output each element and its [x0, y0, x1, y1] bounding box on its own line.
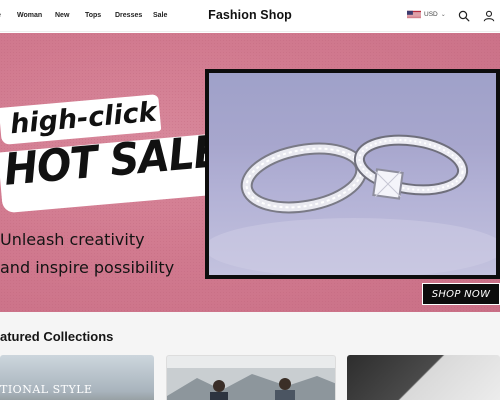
nav-item-woman[interactable]: Woman — [17, 12, 42, 19]
hero-tagline-line1: Unleash creativity — [0, 230, 145, 249]
rings-illustration — [209, 134, 496, 275]
nav-item-sale[interactable]: Sale — [153, 12, 167, 19]
user-icon[interactable] — [483, 10, 495, 22]
collection-card-national-style[interactable]: TIONAL STYLE — [0, 355, 154, 400]
site-header: e Woman New Tops Dresses Sale Fashion Sh… — [0, 0, 500, 32]
collection-card-accessories[interactable] — [347, 355, 500, 400]
us-flag-icon — [407, 10, 421, 19]
section-title: atured Collections — [0, 329, 114, 344]
search-icon[interactable] — [458, 10, 470, 22]
chevron-down-icon: ⌄ — [440, 12, 446, 18]
nav-item-new[interactable]: New — [55, 12, 69, 19]
nav-item-dresses[interactable]: Dresses — [115, 12, 142, 19]
men-photo — [167, 368, 335, 400]
nav-item-tops[interactable]: Tops — [85, 12, 101, 19]
currency-label: USD — [424, 11, 438, 18]
shop-now-button[interactable]: SHOP NOW — [422, 283, 500, 305]
collection-card-men[interactable] — [166, 355, 336, 400]
wedding-rings-photo — [209, 73, 496, 275]
nav-item-home[interactable]: e — [0, 12, 1, 19]
card-caption: TIONAL STYLE — [0, 383, 93, 396]
currency-selector[interactable]: USD ⌄ — [407, 10, 446, 19]
hero-tagline-line2: and inspire possibility — [0, 258, 175, 277]
featured-collections: atured Collections TIONAL STYLE — [0, 312, 500, 400]
